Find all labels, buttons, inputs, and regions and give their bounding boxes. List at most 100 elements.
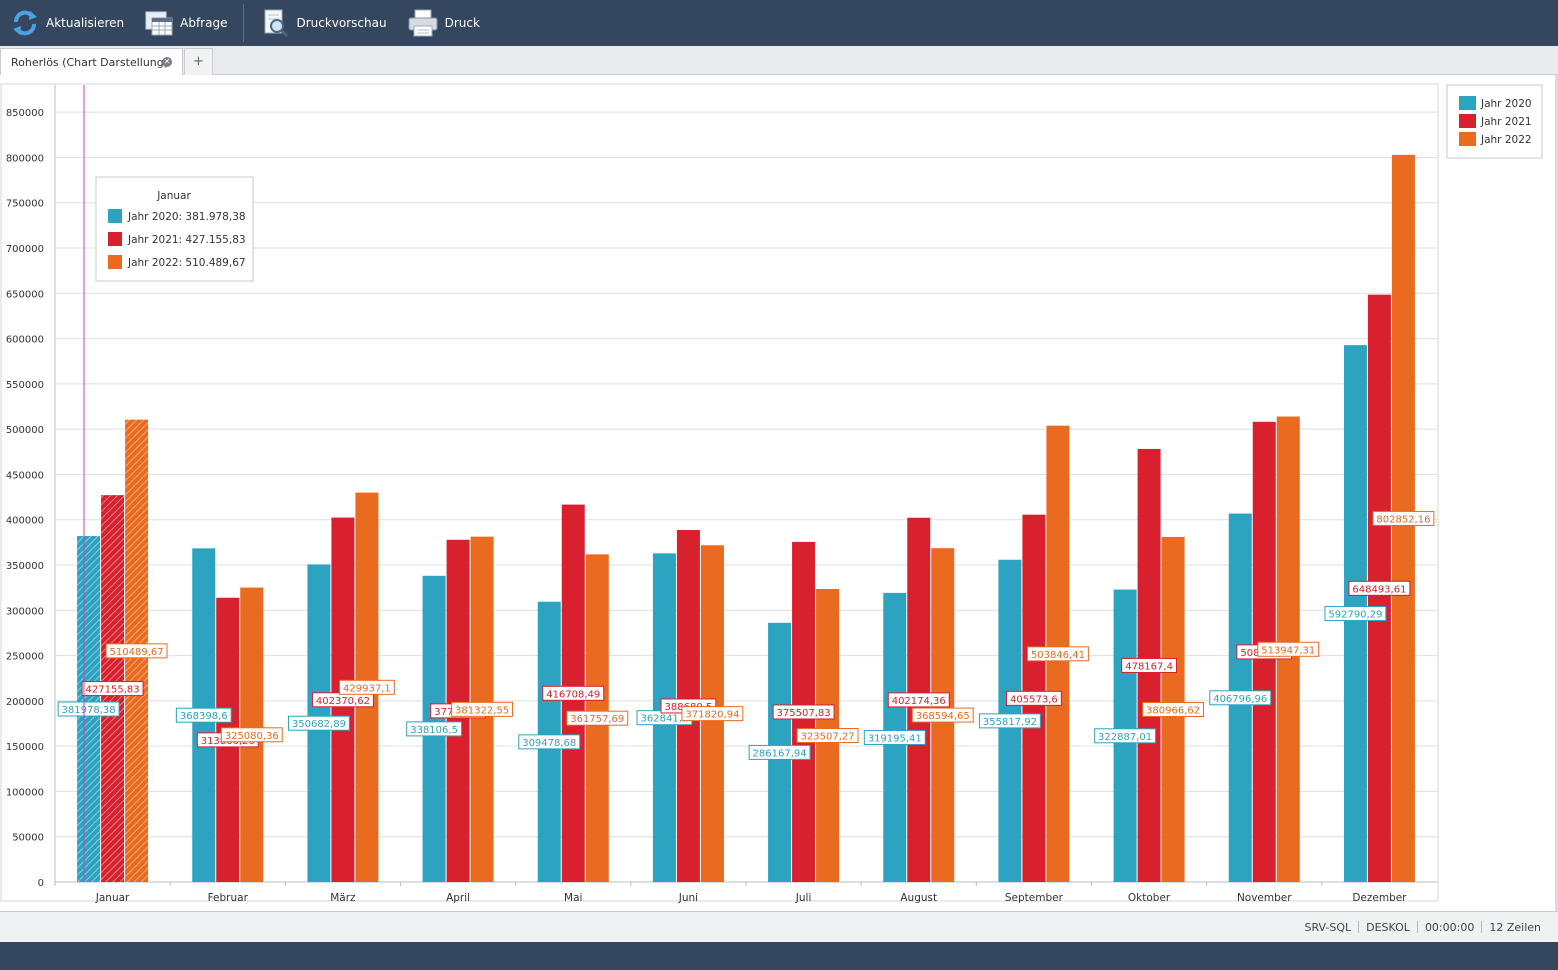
data-label: 338106,5 xyxy=(410,725,458,736)
data-label: 361757,69 xyxy=(570,714,624,725)
tooltip-swatch-2021 xyxy=(108,232,122,246)
data-label: 322887,01 xyxy=(1098,732,1152,743)
toolbar-separator xyxy=(243,4,245,42)
data-label: 381978,38 xyxy=(62,705,116,716)
tooltip-title: Januar xyxy=(156,190,191,202)
query-label: Abfrage xyxy=(180,16,228,30)
data-label: 325080,36 xyxy=(225,731,279,742)
x-tick-label: August xyxy=(900,892,937,904)
y-tick-label: 500000 xyxy=(6,425,44,436)
bar-chart: 0 50000 100000 150000 200000 250000 300000 3500… xyxy=(0,83,1543,904)
print-label: Druck xyxy=(444,16,480,30)
data-label: 380966,62 xyxy=(1146,705,1200,716)
data-label: 416708,49 xyxy=(546,689,600,700)
x-tick-label: März xyxy=(330,892,356,904)
x-tick-label: Dezember xyxy=(1352,892,1407,904)
data-label: 405573,6 xyxy=(1010,694,1058,705)
data-label: 648493,61 xyxy=(1352,584,1406,595)
print-preview-button[interactable]: Druckvorschau xyxy=(250,0,396,46)
x-tick-label: September xyxy=(1005,892,1064,904)
data-label: 402370,62 xyxy=(316,696,370,707)
data-label: 368594,65 xyxy=(916,711,970,722)
y-tick-label: 750000 xyxy=(6,199,44,210)
data-label: 368398,6 xyxy=(180,711,228,722)
x-tick-label: Oktober xyxy=(1128,892,1171,904)
legend-entry-2022[interactable]: Jahr 2022 xyxy=(1480,134,1532,146)
table-icon xyxy=(145,11,173,36)
close-icon[interactable]: ✕ xyxy=(162,57,172,67)
legend: Jahr 2020 Jahr 2021 Jahr 2022 xyxy=(1446,84,1543,159)
y-tick-label: 100000 xyxy=(6,787,44,798)
add-tab-button[interactable]: + xyxy=(184,48,213,75)
data-label: 402174,36 xyxy=(892,696,946,707)
data-label: 406796,96 xyxy=(1213,694,1267,705)
printer-icon xyxy=(408,9,438,37)
y-tick-label: 800000 xyxy=(6,153,44,164)
y-tick-label: 600000 xyxy=(6,335,44,346)
data-label: 286167,94 xyxy=(753,748,807,759)
tab-label: Roherlös (Chart Darstellung) xyxy=(11,55,169,69)
legend-swatch-2022 xyxy=(1459,132,1476,146)
tooltip-swatch-2020 xyxy=(108,209,122,223)
status-user: DESKOL xyxy=(1366,920,1410,934)
tooltip-line-2020: Jahr 2020: 381.978,38 xyxy=(127,211,246,223)
data-label: 427155,83 xyxy=(86,685,140,696)
data-label: 592790,29 xyxy=(1328,610,1382,621)
y-tick-label: 850000 xyxy=(6,108,44,119)
tooltip-swatch-2022 xyxy=(108,255,122,269)
status-bar: SRV-SQL DESKOL 00:00:00 12 Zeilen xyxy=(0,911,1558,942)
data-label: 362841,7 xyxy=(641,714,689,725)
x-tick-label: Juni xyxy=(678,892,698,904)
refresh-button[interactable]: Aktualisieren xyxy=(0,0,134,46)
data-label: 355817,92 xyxy=(983,717,1037,728)
y-tick-label: 200000 xyxy=(6,697,44,708)
tooltip-line-2022: Jahr 2022: 510.489,67 xyxy=(127,257,246,269)
y-tick-label: 250000 xyxy=(6,652,44,663)
y-tick-label: 300000 xyxy=(6,606,44,617)
y-tick-label: 400000 xyxy=(6,516,44,527)
x-tick-label: November xyxy=(1237,892,1292,904)
tooltip: Januar Jahr 2020: 381.978,38 Jahr 2021: … xyxy=(95,176,254,282)
y-tick-label: 450000 xyxy=(6,470,44,481)
query-button[interactable]: Abfrage xyxy=(134,0,237,46)
data-label: 802852,16 xyxy=(1376,514,1430,525)
toolbar: Aktualisieren Abfrage Druckvorschau Druc… xyxy=(0,0,1558,46)
x-tick-label: April xyxy=(446,892,470,904)
legend-entry-2021[interactable]: Jahr 2021 xyxy=(1480,116,1532,128)
refresh-label: Aktualisieren xyxy=(46,16,125,30)
status-server: SRV-SQL xyxy=(1304,920,1352,934)
print-preview-icon xyxy=(264,9,289,38)
y-tick-label: 150000 xyxy=(6,742,44,753)
data-label: 319195,41 xyxy=(868,733,922,744)
y-tick-label: 550000 xyxy=(6,380,44,391)
print-preview-label: Druckvorschau xyxy=(296,16,387,30)
status-time: 00:00:00 xyxy=(1424,920,1475,934)
data-label: 323507,27 xyxy=(801,732,855,743)
data-label: 513947,31 xyxy=(1261,645,1315,656)
data-label: 371820,94 xyxy=(685,710,739,721)
y-tick-label: 350000 xyxy=(6,561,44,572)
x-tick-label: Juli xyxy=(795,892,812,904)
tab-roherloes-chart[interactable]: Roherlös (Chart Darstellung) ✕ xyxy=(0,48,183,75)
print-button[interactable]: Druck xyxy=(397,0,490,46)
data-label: 309478,68 xyxy=(522,738,576,749)
data-label: 381322,55 xyxy=(455,705,509,716)
tab-bar: Roherlös (Chart Darstellung) ✕ + xyxy=(0,46,1558,75)
data-label: 478167,4 xyxy=(1125,661,1173,672)
data-label: 503846,41 xyxy=(1031,650,1085,661)
data-label: 510489,67 xyxy=(110,647,164,658)
x-tick-label: Mai xyxy=(564,892,582,904)
legend-swatch-2021 xyxy=(1459,114,1476,128)
legend-entry-2020[interactable]: Jahr 2020 xyxy=(1480,98,1532,110)
y-tick-label: 650000 xyxy=(6,289,44,300)
tooltip-line-2021: Jahr 2021: 427.155,83 xyxy=(127,234,246,246)
data-label: 350682,89 xyxy=(292,719,346,730)
data-label: 375507,83 xyxy=(777,708,831,719)
bottom-bar xyxy=(0,942,1558,970)
legend-swatch-2020 xyxy=(1459,96,1476,110)
y-tick-label: 50000 xyxy=(12,833,44,844)
refresh-icon xyxy=(13,10,37,36)
y-tick-label: 700000 xyxy=(6,244,44,255)
x-tick-label: Januar xyxy=(95,892,130,904)
chart-area: 0 50000 100000 150000 200000 250000 300000 3500… xyxy=(0,75,1558,911)
